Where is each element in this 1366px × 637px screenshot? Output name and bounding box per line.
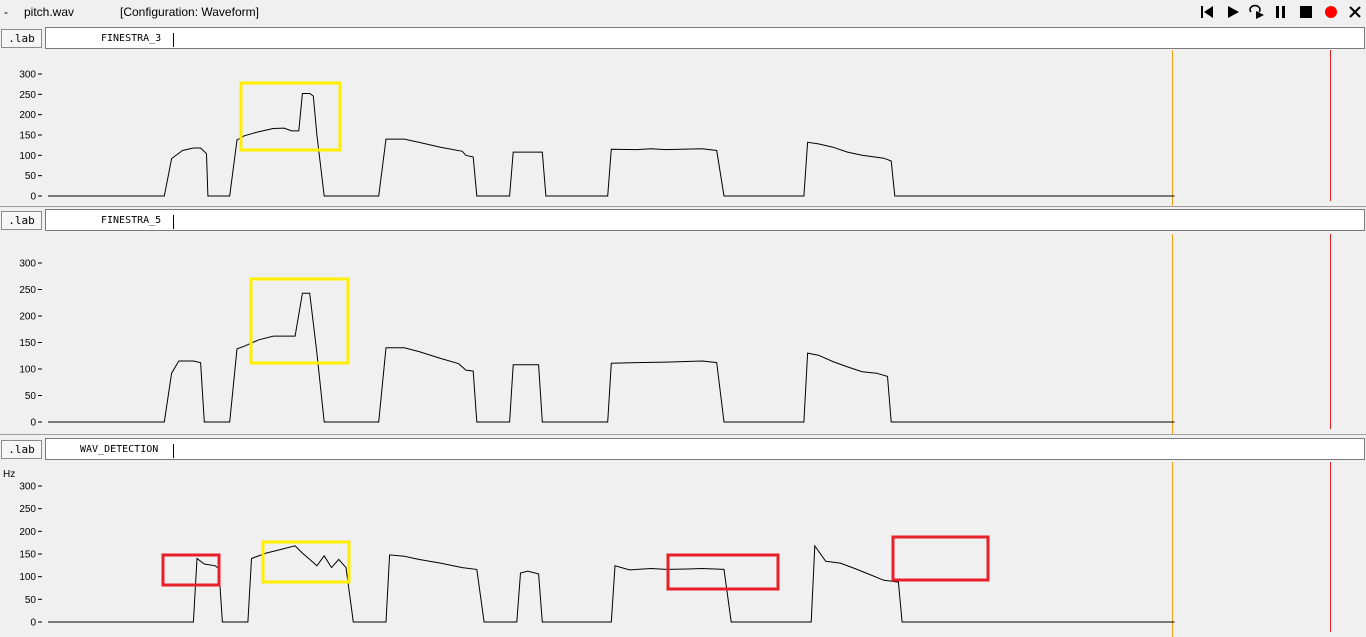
segment-label: WAV_DETECTION [80,444,159,455]
divider [0,206,1366,207]
pitch-plot-wav-detection[interactable]: 300 250 200 150 100 50 0 Hz [0,462,1366,637]
highlight-box-red [666,553,780,591]
y-tick-label: 300 [19,259,36,270]
highlight-box-red [161,553,221,587]
label-boundary[interactable] [173,33,174,47]
segment-label: FINESTRA_5 [101,215,162,226]
y-tick-label: 50 [25,391,37,402]
loop-play-icon[interactable] [1248,3,1266,21]
y-tick-label: 250 [19,504,36,515]
lab-button[interactable]: .lab [1,440,42,459]
stop-icon[interactable] [1297,3,1315,21]
pitch-plot-finestra-5[interactable]: 300 250 200 150 100 50 0 [0,234,1366,434]
configuration-label: [Configuration: Waveform] [120,5,259,19]
y-tick-label: 300 [19,482,36,493]
pitch-contour [48,93,1175,197]
y-tick-label: 150 [19,131,36,142]
window-menu-glyph[interactable]: - [4,5,8,19]
lab-button[interactable]: .lab [1,29,42,48]
y-tick-label: 200 [19,312,36,323]
y-tick-label: 150 [19,550,36,561]
y-tick-label: 150 [19,338,36,349]
pitch-contour [48,292,1175,423]
file-name: pitch.wav [24,5,75,19]
y-tick-label: 0 [30,418,36,429]
label-tier-3: .lab WAV_DETECTION [0,437,1366,461]
y-tick-label: 200 [19,110,36,121]
label-boundary[interactable] [173,444,174,458]
y-tick-label: 200 [19,527,36,538]
close-icon[interactable] [1346,3,1364,21]
y-tick-label: 100 [19,151,36,162]
label-field[interactable]: FINESTRA_3 [45,27,1365,49]
y-tick-label: 50 [25,171,37,182]
y-unit-label: Hz [3,469,15,480]
highlight-box-yellow [239,81,342,152]
play-icon[interactable] [1224,3,1242,21]
record-icon[interactable] [1322,3,1340,21]
y-tick-label: 0 [30,192,36,203]
y-tick-label: 100 [19,365,36,376]
y-tick-label: 100 [19,572,36,583]
highlight-box-yellow [249,277,350,365]
divider [0,434,1366,435]
label-tier-1: .lab FINESTRA_3 [0,26,1366,50]
y-tick-label: 50 [25,595,37,606]
title-bar: - pitch.wav [Configuration: Waveform] [0,0,1366,24]
lab-button[interactable]: .lab [1,211,42,230]
y-tick-label: 250 [19,90,36,101]
label-boundary[interactable] [173,215,174,229]
pitch-plot-finestra-3[interactable]: 300 250 200 150 100 50 0 [0,50,1366,206]
y-tick-label: 300 [19,70,36,81]
label-tier-2: .lab FINESTRA_5 [0,208,1366,232]
label-field[interactable]: FINESTRA_5 [45,209,1365,231]
pause-icon[interactable] [1272,3,1290,21]
highlight-box-red [891,535,990,582]
y-tick-label: 0 [30,618,36,629]
segment-label: FINESTRA_3 [101,33,162,44]
y-tick-label: 250 [19,285,36,296]
label-field[interactable]: WAV_DETECTION [45,438,1365,460]
skip-to-start-icon[interactable] [1198,3,1216,21]
